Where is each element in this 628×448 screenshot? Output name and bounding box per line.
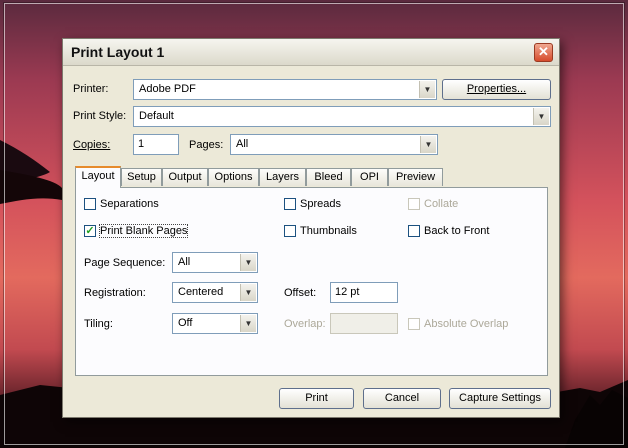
title-bar[interactable]: Print Layout 1 ✕: [63, 39, 559, 66]
tab-preview[interactable]: Preview: [388, 168, 443, 186]
back-to-front-label: Back to Front: [424, 225, 490, 237]
capture-settings-button[interactable]: Capture Settings: [449, 388, 551, 409]
tiling-label: Tiling:: [84, 318, 113, 330]
pages-label: Pages:: [189, 139, 224, 151]
chevron-down-icon[interactable]: ▼: [420, 136, 436, 153]
thumbnails-label: Thumbnails: [300, 225, 357, 237]
print-style-label: Print Style:: [73, 110, 127, 122]
overlap-label: Overlap:: [284, 318, 326, 330]
tab-opi[interactable]: OPI: [351, 168, 388, 186]
layout-tab-panel: Separations Spreads Collate ✓ Print Blan…: [75, 187, 548, 376]
copies-label: Copies:: [73, 139, 111, 151]
offset-label: Offset:: [284, 287, 317, 299]
tab-layout[interactable]: Layout: [75, 166, 121, 188]
printer-value: Adobe PDF: [139, 83, 196, 95]
spreads-label: Spreads: [300, 198, 341, 210]
print-style-value: Default: [139, 110, 174, 122]
print-blank-pages-label: Print Blank Pages: [98, 224, 189, 238]
separations-checkbox[interactable]: [84, 198, 96, 210]
close-icon[interactable]: ✕: [534, 43, 553, 62]
pages-select[interactable]: All ▼: [230, 134, 438, 155]
tab-output[interactable]: Output: [162, 168, 208, 186]
tiling-value: Off: [178, 317, 193, 329]
collate-label: Collate: [424, 198, 459, 210]
absolute-overlap-label: Absolute Overlap: [424, 318, 509, 330]
tiling-select[interactable]: Off ▼: [172, 313, 258, 334]
registration-select[interactable]: Centered ▼: [172, 282, 258, 303]
tab-setup[interactable]: Setup: [121, 168, 162, 186]
print-blank-pages-checkbox[interactable]: ✓: [84, 225, 96, 237]
thumbnails-checkbox[interactable]: [284, 225, 296, 237]
registration-label: Registration:: [84, 287, 146, 299]
tab-layers[interactable]: Layers: [259, 168, 306, 186]
separations-label: Separations: [100, 198, 159, 210]
tab-bleed[interactable]: Bleed: [306, 168, 351, 186]
back-to-front-checkbox[interactable]: [408, 225, 420, 237]
page-sequence-value: All: [178, 256, 191, 268]
print-button[interactable]: Print: [279, 388, 354, 409]
page-sequence-select[interactable]: All ▼: [172, 252, 258, 273]
chevron-down-icon[interactable]: ▼: [240, 254, 256, 271]
offset-input[interactable]: 12 pt: [330, 282, 398, 303]
page-sequence-label: Page Sequence:: [84, 257, 166, 269]
registration-value: Centered: [178, 286, 224, 298]
printer-label: Printer:: [73, 83, 109, 95]
chevron-down-icon[interactable]: ▼: [419, 81, 435, 98]
printer-select[interactable]: Adobe PDF ▼: [133, 79, 437, 100]
chevron-down-icon[interactable]: ▼: [240, 315, 256, 332]
window-title: Print Layout 1: [71, 44, 165, 60]
overlap-input[interactable]: [330, 313, 398, 334]
properties-button-label: Properties...: [466, 83, 527, 95]
copies-input[interactable]: 1: [133, 134, 179, 155]
pages-value: All: [236, 138, 249, 150]
print-dialog: Print Layout 1 ✕ Printer: Adobe PDF ▼ Pr…: [62, 38, 560, 418]
print-style-select[interactable]: Default ▼: [133, 106, 551, 127]
absolute-overlap-checkbox[interactable]: [408, 318, 420, 330]
cancel-button[interactable]: Cancel: [363, 388, 441, 409]
properties-button[interactable]: Properties...: [442, 79, 551, 100]
collate-checkbox[interactable]: [408, 198, 420, 210]
chevron-down-icon[interactable]: ▼: [533, 108, 549, 125]
spreads-checkbox[interactable]: [284, 198, 296, 210]
tab-options[interactable]: Options: [208, 168, 259, 186]
chevron-down-icon[interactable]: ▼: [240, 284, 256, 301]
